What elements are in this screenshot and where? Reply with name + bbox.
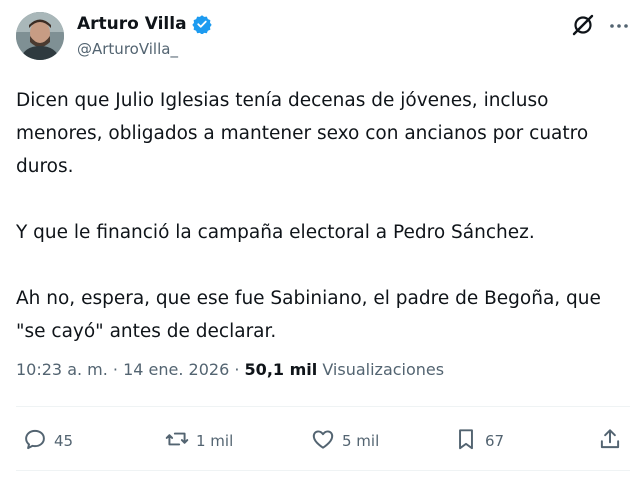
- verified-badge-icon: [191, 14, 212, 35]
- repost-icon: [164, 426, 190, 456]
- tweet-paragraph: Ah no, espera, que ese fue Sabiniano, el…: [16, 288, 601, 342]
- meta-separator: ·: [107, 360, 124, 379]
- tweet-text: Dicen que Julio Iglesias tenía decenas d…: [16, 84, 616, 348]
- like-button[interactable]: 5 mil: [310, 426, 379, 456]
- like-count: 5 mil: [342, 432, 380, 450]
- share-button[interactable]: [597, 426, 623, 456]
- divider: [16, 406, 630, 407]
- views-label: Visualizaciones: [322, 360, 445, 379]
- bookmark-icon: [453, 426, 479, 456]
- share-icon: [597, 426, 623, 456]
- reply-button[interactable]: 45: [22, 426, 73, 456]
- tweet-paragraph: Y que le financió la campaña electoral a…: [16, 222, 535, 243]
- meta-separator: ·: [229, 360, 245, 379]
- reply-icon: [22, 426, 48, 456]
- reply-count: 45: [54, 432, 74, 450]
- divider: [16, 470, 630, 471]
- author-display-name[interactable]: Arturo Villa: [77, 14, 187, 34]
- bookmark-count: 67: [485, 432, 505, 450]
- views-count: 50,1 mil: [244, 360, 318, 379]
- author-handle[interactable]: @ArturoVilla_: [77, 39, 178, 59]
- grok-icon[interactable]: [570, 12, 596, 38]
- heart-icon: [310, 426, 336, 456]
- tweet-paragraph: Dicen que Julio Iglesias tenía decenas d…: [16, 90, 589, 177]
- bookmark-button[interactable]: 67: [453, 426, 504, 456]
- author-name-row[interactable]: Arturo Villa: [77, 14, 212, 35]
- tweet-time[interactable]: 10:23 a. m.: [16, 360, 108, 379]
- action-bar: 45 1 mil 5 mil 67: [0, 420, 638, 460]
- repost-count: 1 mil: [196, 432, 234, 450]
- tweet-metadata: 10:23 a. m. · 14 ene. 2026 · 50,1 mil Vi…: [16, 358, 444, 382]
- tweet-date[interactable]: 14 ene. 2026: [123, 360, 229, 379]
- repost-button[interactable]: 1 mil: [164, 426, 233, 456]
- more-icon[interactable]: [607, 14, 631, 38]
- avatar[interactable]: [16, 12, 64, 60]
